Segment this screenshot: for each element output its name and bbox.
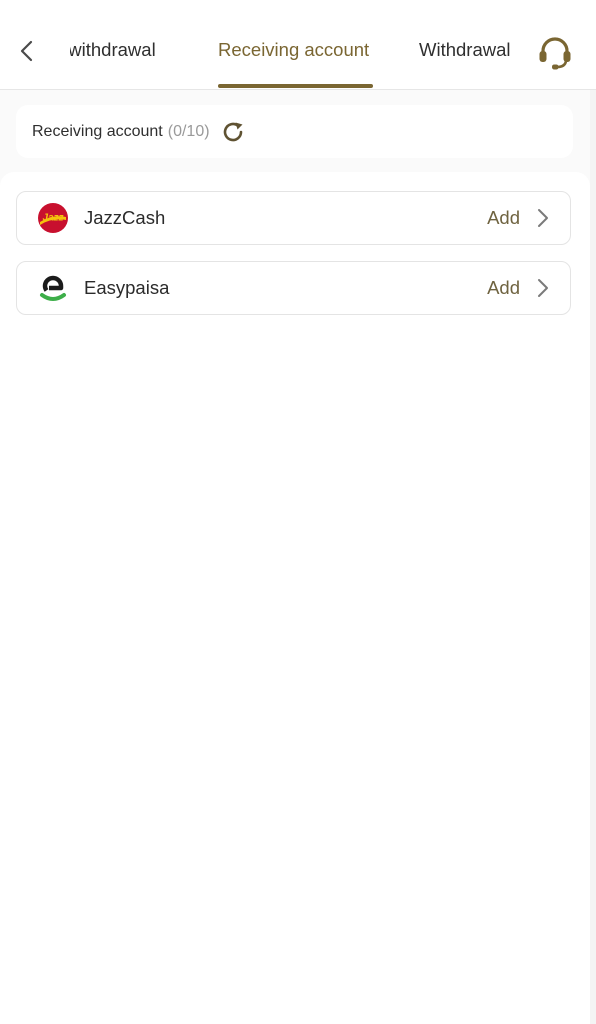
tab-receiving-account[interactable]: Receiving account [218,38,369,62]
svg-text:Jazz: Jazz [42,213,63,224]
account-count: (0/10) [167,122,210,140]
page: t withdrawal Receiving account Withdrawa… [0,0,596,1024]
method-row-jazzcash[interactable]: Jazz JazzCash Add [16,191,571,245]
chevron-right-icon [534,277,552,299]
tab-bar: t withdrawal Receiving account Withdrawa… [70,0,530,90]
add-link[interactable]: Add [487,277,520,299]
refresh-icon [223,122,243,141]
chevron-right-icon [534,207,552,229]
headset-icon [539,37,571,70]
summary-label: Receiving account [32,122,163,140]
scroll-edge [590,90,596,1024]
chevron-left-icon [20,40,33,62]
top-header: t withdrawal Receiving account Withdrawa… [0,0,596,90]
active-tab-indicator [218,84,373,88]
tab-withdrawal[interactable]: Withdrawal [419,38,511,62]
customer-support-button[interactable] [536,34,574,72]
tab-previous-withdrawal[interactable]: t withdrawal [70,38,156,62]
payment-method-list: Jazz JazzCash Add Easypaisa Add [0,172,590,1024]
add-link[interactable]: Add [487,207,520,229]
method-name: JazzCash [84,207,166,228]
easypaisa-logo-icon [36,271,70,305]
method-name: Easypaisa [84,277,170,298]
method-row-easypaisa[interactable]: Easypaisa Add [16,261,571,315]
jazzcash-logo-icon: Jazz [36,201,70,235]
receiving-account-summary: Receiving account (0/10) [16,105,573,158]
back-button[interactable] [10,34,44,68]
refresh-button[interactable] [220,119,246,145]
